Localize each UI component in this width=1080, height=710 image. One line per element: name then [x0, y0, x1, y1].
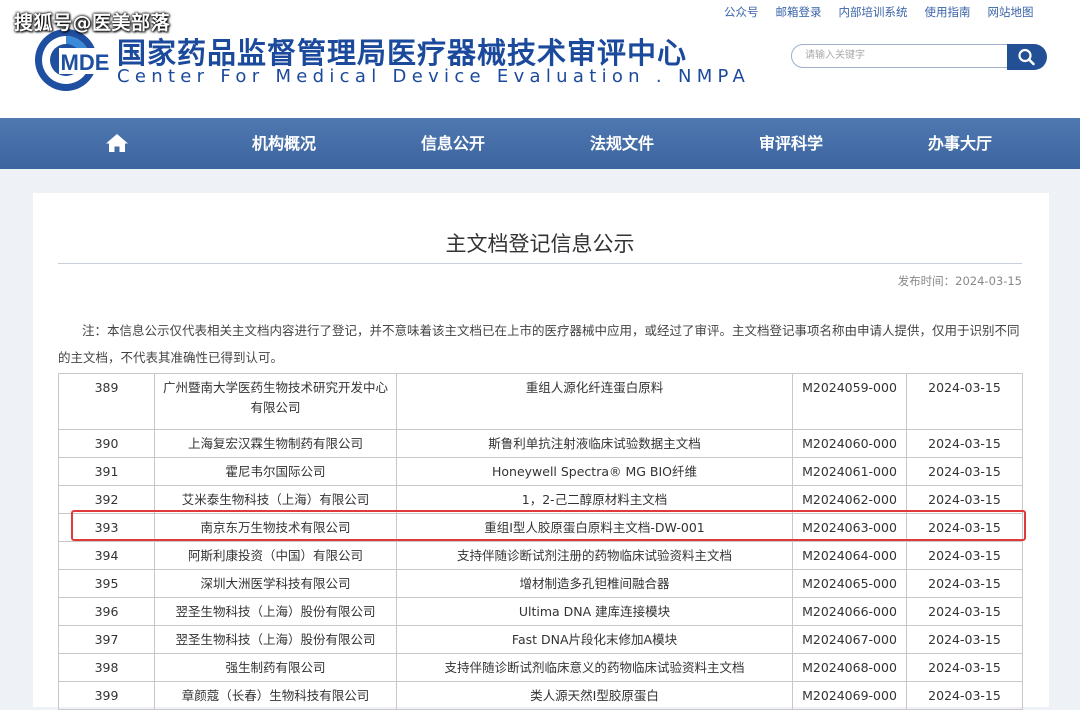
- document-name: 支持伴随诊断试剂注册的药物临床试验资料主文档: [396, 541, 793, 570]
- table-row: 390 上海复宏汉霖生物制药有限公司 斯鲁利单抗注射液临床试验数据主文档 M20…: [58, 429, 1023, 458]
- nav-item-regulations[interactable]: 法规文件: [590, 118, 654, 169]
- table-row: 398 强生制药有限公司 支持伴随诊断试剂临床意义的药物临床试验资料主文档 M2…: [58, 653, 1023, 682]
- row-number: 390: [58, 429, 155, 458]
- registration-date: 2024-03-15: [906, 569, 1023, 598]
- registration-number: M2024060-000: [792, 429, 907, 458]
- top-link-sitemap[interactable]: 网站地图: [988, 4, 1034, 20]
- nav-item-info-disclosure[interactable]: 信息公开: [421, 118, 485, 169]
- top-link-guide[interactable]: 使用指南: [925, 4, 971, 20]
- company-name: 强生制药有限公司: [154, 653, 397, 682]
- title-divider: [58, 263, 1022, 264]
- mde-logo[interactable]: MDE: [33, 27, 113, 93]
- main-nav: 机构概况 信息公开 法规文件 审评科学 办事大厅: [0, 118, 1080, 169]
- document-name: Fast DNA片段化末修加A模块: [396, 625, 793, 654]
- top-links: 公众号 邮箱登录 内部培训系统 使用指南 网站地图: [724, 4, 1051, 20]
- document-name: Honeywell Spectra® MG BIO纤维: [396, 457, 793, 486]
- row-number: 391: [58, 457, 155, 486]
- registration-number: M2024065-000: [792, 569, 907, 598]
- top-link-wechat[interactable]: 公众号: [724, 4, 759, 20]
- row-number: 389: [58, 373, 155, 430]
- registration-number: M2024059-000: [792, 373, 907, 430]
- registration-number: M2024067-000: [792, 625, 907, 654]
- document-name: 增材制造多孔钽椎间融合器: [396, 569, 793, 598]
- table-row: 391 霍尼韦尔国际公司 Honeywell Spectra® MG BIO纤维…: [58, 457, 1023, 486]
- company-name: 章颜蔻（长春）生物科技有限公司: [154, 681, 397, 710]
- search-box: 请输入关键字: [791, 44, 1047, 70]
- nav-item-review-science[interactable]: 审评科学: [759, 118, 823, 169]
- registration-date: 2024-03-15: [906, 597, 1023, 626]
- home-icon: [106, 134, 128, 152]
- search-button[interactable]: [1007, 44, 1047, 70]
- registration-date: 2024-03-15: [906, 541, 1023, 570]
- top-link-internal-training[interactable]: 内部培训系统: [839, 4, 908, 20]
- row-number: 397: [58, 625, 155, 654]
- registration-date: 2024-03-15: [906, 429, 1023, 458]
- registration-date: 2024-03-15: [906, 681, 1023, 710]
- table-row: 395 深圳大洲医学科技有限公司 增材制造多孔钽椎间融合器 M2024065-0…: [58, 569, 1023, 598]
- site-title-en: Center For Medical Device Evaluation . N…: [117, 66, 751, 87]
- publish-date: 发布时间：2024-03-15: [897, 274, 1022, 288]
- nav-item-service-hall[interactable]: 办事大厅: [928, 118, 992, 169]
- row-number: 399: [58, 681, 155, 710]
- registration-date: 2024-03-15: [906, 625, 1023, 654]
- row-number: 394: [58, 541, 155, 570]
- master-file-table: 389 广州暨南大学医药生物技术研究开发中心有限公司 重组人源化纤连蛋白原料 M…: [58, 373, 1023, 710]
- registration-date: 2024-03-15: [906, 653, 1023, 682]
- row-number: 398: [58, 653, 155, 682]
- table-row: 396 翌圣生物科技（上海）股份有限公司 Ultima DNA 建库连接模块 M…: [58, 597, 1023, 626]
- table-row: 394 阿斯利康投资（中国）有限公司 支持伴随诊断试剂注册的药物临床试验资料主文…: [58, 541, 1023, 570]
- registration-number: M2024061-000: [792, 457, 907, 486]
- document-name: 类人源天然Ⅰ型胶原蛋白: [396, 681, 793, 710]
- company-name: 霍尼韦尔国际公司: [154, 457, 397, 486]
- company-name: 翌圣生物科技（上海）股份有限公司: [154, 625, 397, 654]
- registration-number: M2024068-000: [792, 653, 907, 682]
- company-name: 广州暨南大学医药生物技术研究开发中心有限公司: [154, 373, 397, 430]
- registration-number: M2024069-000: [792, 681, 907, 710]
- row-number: 395: [58, 569, 155, 598]
- table-row: 399 章颜蔻（长春）生物科技有限公司 类人源天然Ⅰ型胶原蛋白 M2024069…: [58, 681, 1023, 710]
- document-name: 支持伴随诊断试剂临床意义的药物临床试验资料主文档: [396, 653, 793, 682]
- company-name: 深圳大洲医学科技有限公司: [154, 569, 397, 598]
- table-row: 397 翌圣生物科技（上海）股份有限公司 Fast DNA片段化末修加A模块 M…: [58, 625, 1023, 654]
- document-name: 斯鲁利单抗注射液临床试验数据主文档: [396, 429, 793, 458]
- logo-text: MDE: [61, 50, 110, 75]
- top-link-email-login[interactable]: 邮箱登录: [776, 4, 822, 20]
- company-name: 上海复宏汉霖生物制药有限公司: [154, 429, 397, 458]
- table-row: 389 广州暨南大学医药生物技术研究开发中心有限公司 重组人源化纤连蛋白原料 M…: [58, 373, 1023, 430]
- company-name: 翌圣生物科技（上海）股份有限公司: [154, 597, 397, 626]
- nav-home[interactable]: [104, 118, 130, 169]
- registration-date: 2024-03-15: [906, 373, 1023, 430]
- document-name: 重组人源化纤连蛋白原料: [396, 373, 793, 430]
- disclaimer-note: 注：本信息公示仅代表相关主文档内容进行了登记，并不意味着该主文档已在上市的医疗器…: [58, 323, 1020, 365]
- row-number: 396: [58, 597, 155, 626]
- registration-date: 2024-03-15: [906, 457, 1023, 486]
- page-title: 主文档登记信息公示: [445, 232, 635, 256]
- watermark: 搜狐号@医美部落: [14, 12, 171, 34]
- highlight-box: [71, 510, 1026, 541]
- document-name: Ultima DNA 建库连接模块: [396, 597, 793, 626]
- nav-item-about[interactable]: 机构概况: [252, 118, 316, 169]
- registration-number: M2024064-000: [792, 541, 907, 570]
- search-input[interactable]: 请输入关键字: [791, 44, 1020, 68]
- search-icon: [1018, 48, 1035, 66]
- registration-number: M2024066-000: [792, 597, 907, 626]
- company-name: 阿斯利康投资（中国）有限公司: [154, 541, 397, 570]
